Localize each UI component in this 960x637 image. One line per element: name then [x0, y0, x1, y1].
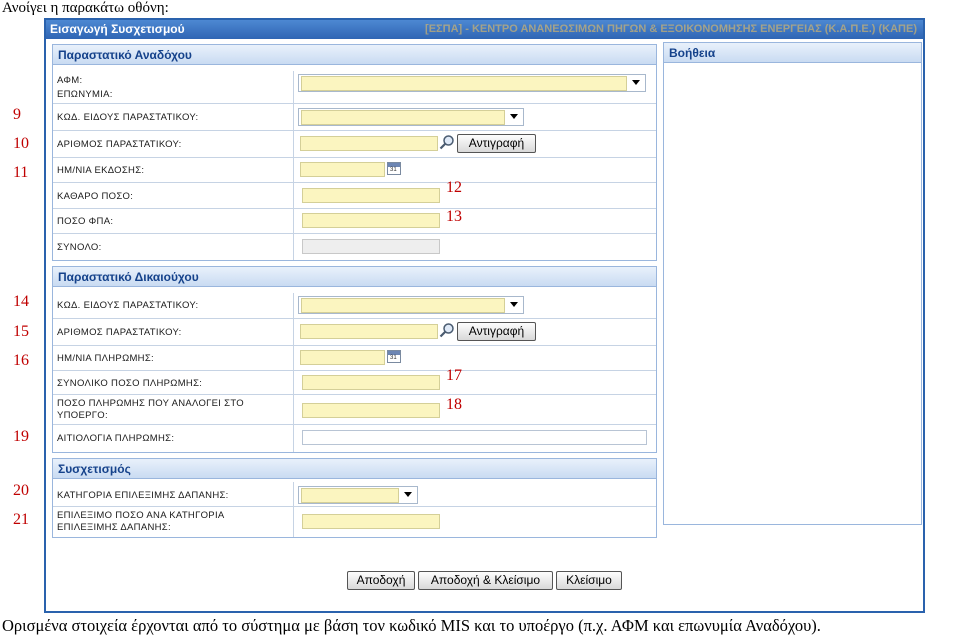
correlation-panel: Συσχετισμός ΚΑΤΗΓΟΡΙΑ ΕΠΙΛΕΞΙΜΗΣ ΔΑΠΑΝΗΣ…	[52, 458, 657, 538]
payment-date-row: ΗΜ/ΝΙΑ ΠΛΗΡΩΜΗΣ: 31	[53, 346, 656, 371]
total-payment-input[interactable]	[302, 375, 440, 390]
net-row: ΚΑΘΑΡΟ ΠΟΣΟ:	[53, 183, 656, 209]
name-label: ΕΠΩΝΥΜΙΑ:	[57, 89, 113, 100]
total-payment-row: ΣΥΝΟΛΙΚΟ ΠΟΣΟ ΠΛΗΡΩΜΗΣ:	[53, 371, 656, 395]
doc-number-input[interactable]	[300, 136, 438, 151]
vat-amount-input[interactable]	[302, 213, 440, 228]
doc-type-label: ΚΩΔ. ΕΙΔΟΥΣ ΠΑΡΑΣΤΑΤΙΚΟΥ:	[57, 112, 199, 123]
justification-row: ΑΙΤΙΟΛΟΓΙΑ ΠΛΗΡΩΜΗΣ:	[53, 425, 656, 452]
copy-button[interactable]: Αντιγραφή	[457, 134, 536, 153]
justification-label: ΑΙΤΙΟΛΟΓΙΑ ΠΛΗΡΩΜΗΣ:	[57, 433, 175, 444]
issue-date-input[interactable]	[300, 162, 385, 177]
accept-button[interactable]: Αποδοχή	[347, 571, 415, 590]
callout-21: 21	[13, 511, 29, 528]
justification-input[interactable]	[302, 430, 647, 445]
afm-label: ΑΦΜ:	[57, 75, 83, 86]
chevron-down-icon	[404, 492, 412, 497]
eligible-amount-row: ΕΠΙΛΕΞΙΜΟ ΠΟΣΟ ΑΝΑ ΚΑΤΗΓΟΡΙΑ ΕΠΙΛΕΞΙΜΗΣ …	[53, 507, 656, 537]
title-bar: Εισαγωγή Συσχετισμού [ΕΣΠΑ] - ΚΕΝΤΡΟ ΑΝΑ…	[46, 20, 923, 39]
eligible-label-2: ΕΠΙΛΕΞΙΜΗΣ ΔΑΠΑΝΗΣ:	[57, 522, 171, 533]
ben-doc-type-row: ΚΩΔ. ΕΙΔΟΥΣ ΠΑΡΑΣΤΑΤΙΚΟΥ:	[53, 293, 656, 319]
subproject-payment-row: ΠΟΣΟ ΠΛΗΡΩΜΗΣ ΠΟΥ ΑΝΑΛΟΓΕΙ ΣΤΟ ΥΠΟΕΡΓΟ:	[53, 395, 656, 425]
correlation-panel-title: Συσχετισμός	[58, 462, 131, 476]
beneficiary-panel-title: Παραστατικό Δικαιούχου	[58, 270, 199, 284]
callout-11: 11	[13, 164, 29, 181]
payment-date-label: ΗΜ/ΝΙΑ ΠΛΗΡΩΜΗΣ:	[57, 353, 154, 364]
net-label: ΚΑΘΑΡΟ ΠΟΣΟ:	[57, 191, 134, 202]
close-button[interactable]: Κλείσιμο	[556, 571, 622, 590]
callout-14: 14	[13, 293, 29, 310]
caption-text: Ορισμένα στοιχεία έρχονται από το σύστημ…	[2, 616, 821, 635]
dialog-window: Εισαγωγή Συσχετισμού [ΕΣΠΑ] - ΚΕΝΤΡΟ ΑΝΑ…	[44, 18, 925, 613]
callout-20: 20	[13, 482, 29, 499]
category-select[interactable]	[298, 486, 418, 504]
total-label: ΣΥΝΟΛΟ:	[57, 242, 102, 253]
category-row: ΚΑΤΗΓΟΡΙΑ ΕΠΙΛΕΞΙΜΗΣ ΔΑΠΑΝΗΣ:	[53, 482, 656, 507]
issue-date-label: ΗΜ/ΝΙΑ ΕΚΔΟΣΗΣ:	[57, 165, 145, 176]
help-panel-header: Βοήθεια	[664, 43, 921, 63]
window-subtitle: [ΕΣΠΑ] - ΚΕΝΤΡΟ ΑΝΑΝΕΩΣΙΜΩΝ ΠΗΓΩΝ & ΕΞΟΙ…	[425, 23, 917, 35]
eligible-label-1: ΕΠΙΛΕΞΙΜΟ ΠΟΣΟ ΑΝΑ ΚΑΤΗΓΟΡΙΑ	[57, 510, 225, 521]
doc-type-select[interactable]	[298, 108, 524, 126]
callout-19: 19	[13, 428, 29, 445]
vat-row: ΠΟΣΟ ΦΠΑ:	[53, 209, 656, 234]
chevron-down-icon	[510, 114, 518, 119]
vat-label: ΠΟΣΟ ΦΠΑ:	[57, 216, 114, 227]
beneficiary-panel-header: Παραστατικό Δικαιούχου	[53, 267, 656, 287]
eligible-amount-input[interactable]	[302, 514, 440, 529]
contractor-panel-title: Παραστατικό Αναδόχου	[58, 48, 192, 62]
search-icon[interactable]	[439, 134, 455, 150]
ben-doc-number-label: ΑΡΙΘΜΟΣ ΠΑΡΑΣΤΑΤΙΚΟΥ:	[57, 327, 182, 338]
ben-doc-type-label: ΚΩΔ. ΕΙΔΟΥΣ ΠΑΡΑΣΤΑΤΙΚΟΥ:	[57, 300, 199, 311]
contractor-panel: Παραστατικό Αναδόχου ΑΦΜ: ΕΠΩΝΥΜΙΑ: ΚΩΔ.…	[52, 44, 657, 261]
beneficiary-panel: Παραστατικό Δικαιούχου ΚΩΔ. ΕΙΔΟΥΣ ΠΑΡΑΣ…	[52, 266, 657, 453]
afm-row: ΑΦΜ: ΕΠΩΝΥΜΙΑ:	[53, 71, 656, 104]
chevron-down-icon	[632, 80, 640, 85]
callout-10: 10	[13, 135, 29, 152]
subproject-payment-label-2: ΥΠΟΕΡΓΟ:	[57, 410, 108, 421]
calendar-icon[interactable]: 31	[387, 162, 401, 175]
contractor-panel-header: Παραστατικό Αναδόχου	[53, 45, 656, 65]
doc-number-label: ΑΡΙΘΜΟΣ ΠΑΡΑΣΤΑΤΙΚΟΥ:	[57, 139, 182, 150]
total-payment-label: ΣΥΝΟΛΙΚΟ ΠΟΣΟ ΠΛΗΡΩΜΗΣ:	[57, 378, 203, 389]
callout-13: 13	[446, 208, 462, 225]
callout-12: 12	[446, 179, 462, 196]
subproject-payment-label-1: ΠΟΣΟ ΠΛΗΡΩΜΗΣ ΠΟΥ ΑΝΑΛΟΓΕΙ ΣΤΟ	[57, 398, 244, 409]
net-amount-input[interactable]	[302, 188, 440, 203]
ben-doc-number-input[interactable]	[300, 324, 438, 339]
callout-15: 15	[13, 323, 29, 340]
subproject-payment-input[interactable]	[302, 403, 440, 418]
help-panel: Βοήθεια	[663, 42, 922, 525]
callout-17: 17	[446, 367, 462, 384]
search-icon[interactable]	[439, 322, 455, 338]
total-row: ΣΥΝΟΛΟ:	[53, 234, 656, 260]
callout-9: 9	[13, 106, 21, 123]
afm-select[interactable]	[298, 74, 646, 92]
callout-18: 18	[446, 396, 462, 413]
accept-close-button[interactable]: Αποδοχή & Κλείσιμο	[418, 571, 553, 590]
window-title: Εισαγωγή Συσχετισμού	[50, 22, 185, 36]
help-panel-title: Βοήθεια	[669, 46, 716, 60]
doc-type-row: ΚΩΔ. ΕΙΔΟΥΣ ΠΑΡΑΣΤΑΤΙΚΟΥ:	[53, 104, 656, 131]
total-amount-input	[302, 239, 440, 254]
ben-doc-type-select[interactable]	[298, 296, 524, 314]
correlation-panel-header: Συσχετισμός	[53, 459, 656, 479]
category-label: ΚΑΤΗΓΟΡΙΑ ΕΠΙΛΕΞΙΜΗΣ ΔΑΠΑΝΗΣ:	[57, 490, 229, 501]
payment-date-input[interactable]	[300, 350, 385, 365]
ben-copy-button[interactable]: Αντιγραφή	[457, 322, 536, 341]
doc-number-row: ΑΡΙΘΜΟΣ ΠΑΡΑΣΤΑΤΙΚΟΥ: Αντιγραφή	[53, 131, 656, 158]
ben-doc-number-row: ΑΡΙΘΜΟΣ ΠΑΡΑΣΤΑΤΙΚΟΥ: Αντιγραφή	[53, 319, 656, 346]
calendar-icon[interactable]: 31	[387, 350, 401, 363]
intro-text: Ανοίγει η παρακάτω οθόνη:	[2, 0, 169, 16]
callout-16: 16	[13, 352, 29, 369]
chevron-down-icon	[510, 302, 518, 307]
issue-date-row: ΗΜ/ΝΙΑ ΕΚΔΟΣΗΣ: 31	[53, 158, 656, 183]
